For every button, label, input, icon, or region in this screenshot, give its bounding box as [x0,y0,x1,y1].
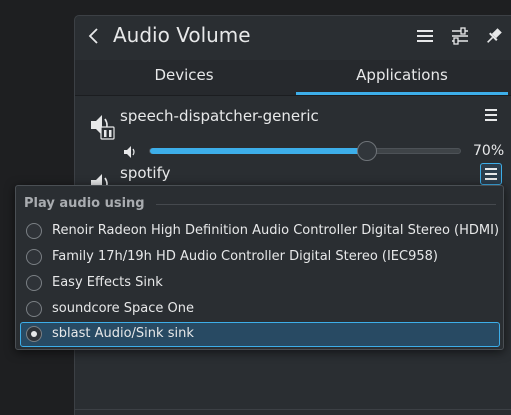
stream-item: speech-dispatcher-generic 70% [75,104,511,164]
radio-button[interactable] [26,301,42,317]
hamburger-icon [417,30,433,42]
sliders-icon [452,27,468,45]
page-title: Audio Volume [113,23,251,47]
chevron-left-icon [88,28,98,44]
panel-header: Audio Volume [75,16,511,60]
output-device-option[interactable]: soundcore Space One [20,297,500,322]
output-device-option[interactable]: Renoir Radeon High Definition Audio Cont… [20,219,500,244]
hamburger-icon [485,168,497,180]
volume-slider[interactable] [149,148,461,154]
radio-button[interactable] [26,275,42,291]
play-audio-using-menu: Play audio using Renoir Radeon High Defi… [15,185,504,350]
tab-applications[interactable]: Applications [293,60,511,96]
radio-button[interactable] [26,249,42,265]
option-label: Family 17h/19h HD Audio Controller Digit… [52,249,438,264]
option-label: Renoir Radeon High Definition Audio Cont… [52,223,500,238]
pin-icon [487,28,502,43]
stream-menu-button[interactable] [480,163,502,185]
radio-button[interactable] [26,223,42,239]
output-device-option-selected[interactable]: sblast Audio/Sink sink [20,322,500,347]
option-label: Easy Effects Sink [52,275,163,290]
tab-devices[interactable]: Devices [75,60,293,96]
hamburger-menu-button[interactable] [414,25,436,47]
menu-section-header: Play audio using [24,196,145,211]
volume-slider-handle[interactable] [357,141,377,161]
stream-name: speech-dispatcher-generic [120,107,319,125]
output-device-option[interactable]: Easy Effects Sink [20,271,500,296]
divider [156,204,496,205]
back-button[interactable] [83,25,105,47]
active-tab-indicator [296,92,508,95]
hamburger-icon [485,109,497,121]
radio-button-checked[interactable] [26,326,42,342]
stream-name: spotify [120,164,171,182]
volume-slider-fill [150,148,368,154]
divider [75,409,511,410]
pin-button[interactable] [483,25,505,47]
speaker-app-icon [87,110,117,140]
volume-percent: 70% [473,143,505,159]
tab-bar: Devices Applications [75,60,511,96]
volume-mute-toggle[interactable] [123,144,137,158]
output-device-option[interactable]: Family 17h/19h HD Audio Controller Digit… [20,245,500,270]
configure-button[interactable] [449,25,471,47]
volume-icon [124,146,135,158]
stream-menu-button[interactable] [480,104,502,126]
option-label: soundcore Space One [52,301,194,316]
option-label: sblast Audio/Sink sink [52,326,194,341]
